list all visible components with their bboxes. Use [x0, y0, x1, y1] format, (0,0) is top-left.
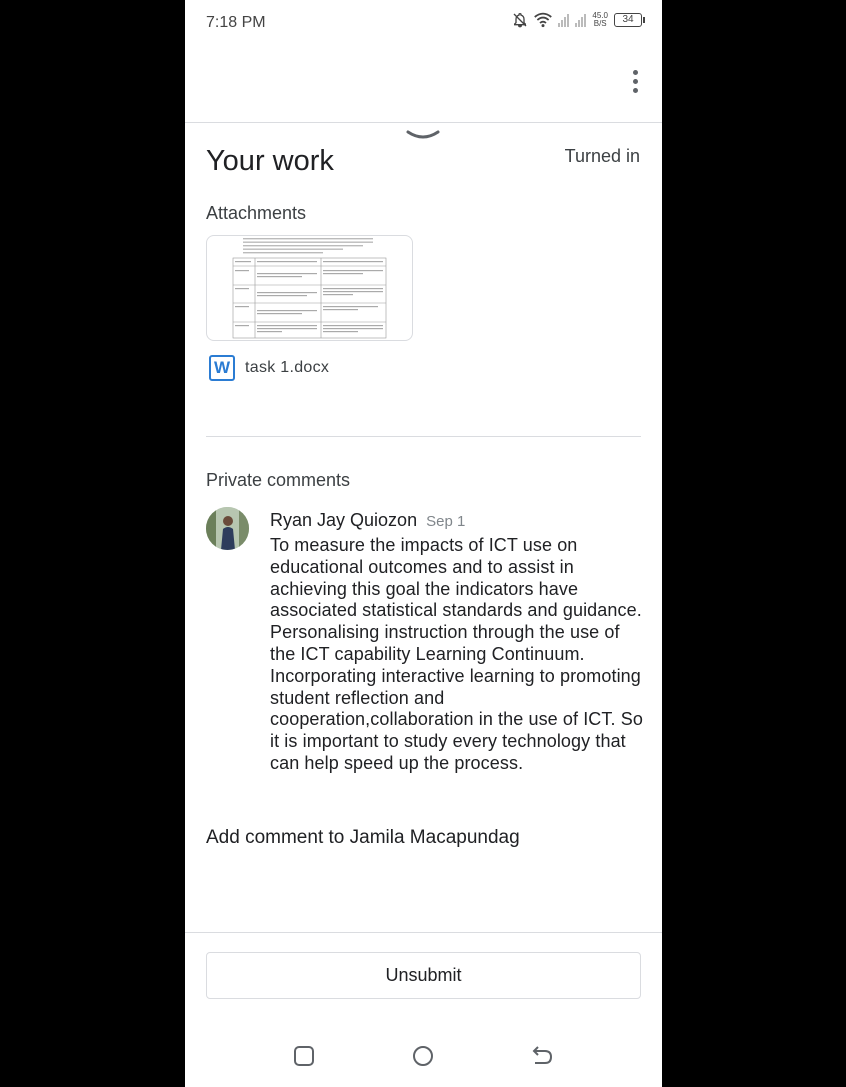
wifi-icon [534, 12, 553, 28]
status-icons: 45.0 B/S 34 [512, 11, 645, 28]
signal-icon [558, 13, 570, 27]
home-icon[interactable] [411, 1044, 435, 1068]
attachments-heading: Attachments [206, 203, 307, 223]
avatar [206, 507, 249, 550]
system-nav-bar [185, 1030, 662, 1080]
unsubmit-button[interactable]: Unsubmit [206, 952, 641, 999]
signal-icon [575, 13, 587, 27]
battery-icon: 34 [614, 13, 645, 27]
network-speed: 45.0 B/S [592, 11, 608, 28]
attachment-file[interactable]: W task 1.docx [209, 355, 329, 381]
status-bar: 7:18 PM 45.0 B/S 34 [185, 0, 662, 48]
footer-divider [185, 932, 662, 933]
add-comment-input[interactable]: Add comment to Jamila Macapundag [206, 827, 520, 849]
recents-icon[interactable] [292, 1044, 316, 1068]
app-screen: 7:18 PM 45.0 B/S 34 Your work Turned in … [185, 0, 662, 1087]
private-comments-heading: Private comments [206, 470, 351, 490]
attachment-thumbnail[interactable] [206, 235, 413, 341]
document-preview-image [232, 238, 387, 339]
attachment-file-name: task 1.docx [245, 359, 330, 376]
section-divider [206, 436, 641, 437]
collapse-chevron-icon[interactable] [406, 128, 440, 142]
status-time: 7:18 PM [206, 14, 266, 31]
work-status: Turned in [564, 146, 640, 166]
comment-header: Ryan Jay Quiozon Sep 1 [270, 510, 465, 531]
comment-date: Sep 1 [426, 513, 466, 530]
notifications-off-icon [513, 13, 527, 28]
comment-author: Ryan Jay Quiozon [270, 510, 418, 530]
back-icon[interactable] [530, 1044, 554, 1068]
top-app-bar [185, 48, 662, 123]
your-work-title: Your work [206, 145, 334, 177]
comment-text: To measure the impacts of ICT use on edu… [270, 535, 643, 773]
word-icon: W [209, 355, 235, 381]
more-options-icon[interactable] [628, 70, 642, 100]
